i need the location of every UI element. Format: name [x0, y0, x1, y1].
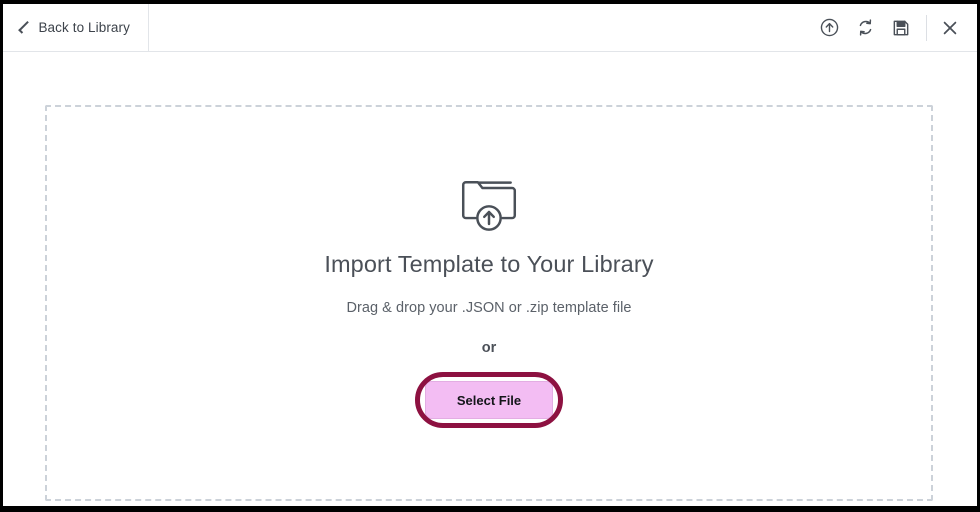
main-content: Import Template to Your Library Drag & d… — [3, 52, 977, 506]
select-file-button-wrap: Select File — [415, 372, 563, 428]
header-divider — [926, 14, 927, 41]
back-to-library-button[interactable]: Back to Library — [3, 4, 149, 51]
save-button[interactable] — [883, 10, 919, 46]
chevron-left-icon — [18, 20, 32, 34]
back-to-library-label: Back to Library — [38, 20, 130, 35]
upload-button[interactable] — [811, 10, 847, 46]
app-header: Back to Library — [3, 4, 977, 52]
file-dropzone[interactable]: Import Template to Your Library Drag & d… — [45, 105, 933, 501]
close-x-icon — [943, 21, 957, 34]
header-spacer — [149, 4, 811, 51]
folder-upload-icon — [461, 181, 517, 231]
or-separator-label: or — [481, 340, 497, 356]
page-title: Import Template to Your Library — [324, 251, 654, 277]
floppy-disk-save-icon — [893, 20, 909, 35]
refresh-button[interactable] — [847, 10, 883, 46]
dropzone-subtitle: Drag & drop your .JSON or .zip template … — [346, 300, 632, 316]
import-template-window: Back to Library Import Template to Your … — [0, 0, 980, 512]
header-actions — [811, 4, 977, 51]
upload-circle-icon — [820, 18, 838, 37]
refresh-sync-icon — [859, 19, 871, 36]
folder-upload-icon-wrap — [453, 167, 525, 239]
select-file-button[interactable]: Select File — [425, 381, 553, 419]
close-button[interactable] — [932, 10, 968, 46]
